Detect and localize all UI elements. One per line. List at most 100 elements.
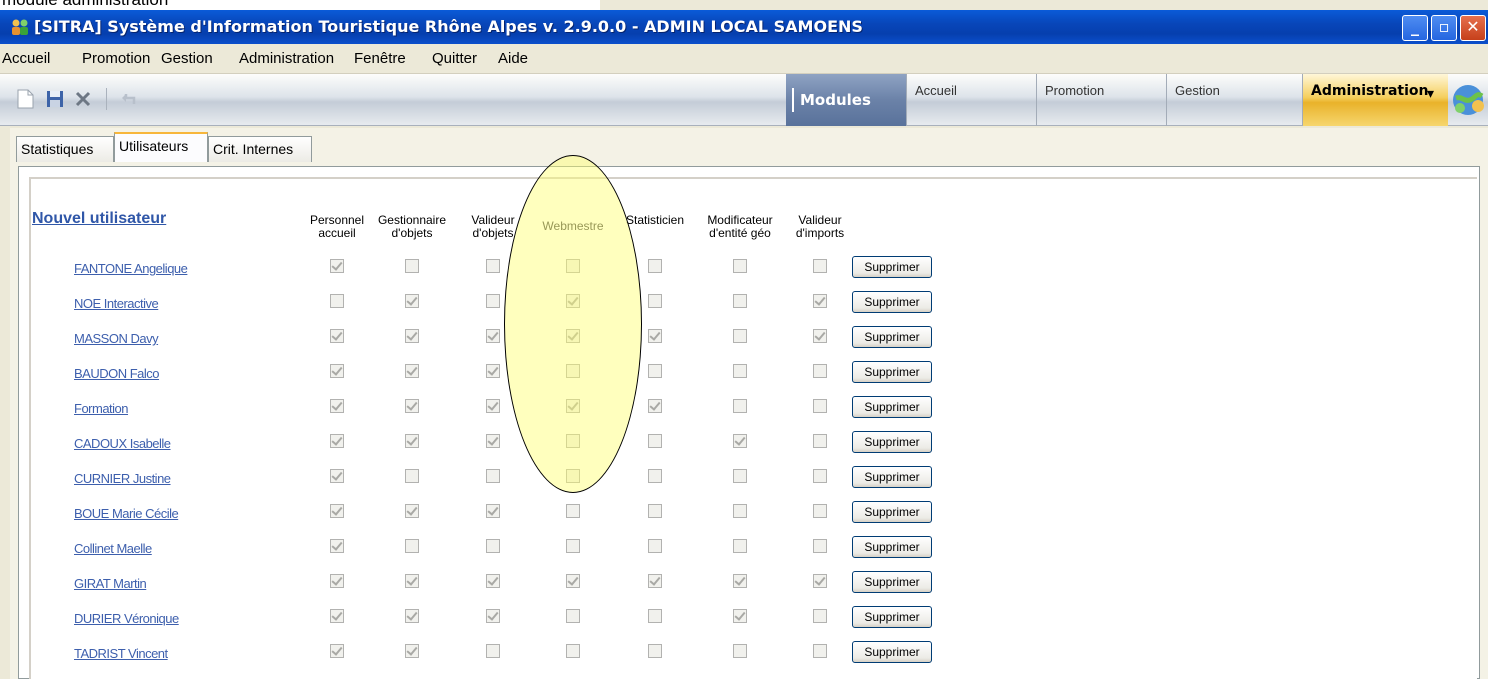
delete-icon[interactable] (72, 88, 94, 110)
permission-checkbox[interactable] (648, 294, 662, 308)
permission-checkbox[interactable] (733, 259, 747, 273)
permission-checkbox[interactable] (486, 469, 500, 483)
permission-checkbox[interactable] (733, 294, 747, 308)
permission-checkbox[interactable] (405, 469, 419, 483)
permission-checkbox[interactable] (330, 644, 344, 658)
user-link[interactable]: Formation (74, 401, 129, 416)
dropdown-arrow-icon[interactable]: ▾ (1427, 86, 1434, 102)
permission-checkbox[interactable] (405, 504, 419, 518)
module-tab-administration[interactable]: Administration ▾ (1302, 74, 1448, 126)
permission-checkbox[interactable] (405, 574, 419, 588)
permission-checkbox[interactable] (486, 364, 500, 378)
permission-checkbox[interactable] (566, 644, 580, 658)
permission-checkbox[interactable] (405, 294, 419, 308)
permission-checkbox[interactable] (813, 399, 827, 413)
user-link[interactable]: Collinet Maelle (74, 541, 152, 556)
permission-checkbox[interactable] (330, 504, 344, 518)
tab-crit-internes[interactable]: Crit. Internes (208, 136, 312, 162)
permission-checkbox[interactable] (330, 539, 344, 553)
maximize-button[interactable]: ▫ (1431, 15, 1457, 41)
permission-checkbox[interactable] (486, 259, 500, 273)
user-link[interactable]: DURIER Véronique (74, 611, 179, 626)
permission-checkbox[interactable] (813, 609, 827, 623)
permission-checkbox[interactable] (405, 539, 419, 553)
permission-checkbox[interactable] (486, 644, 500, 658)
permission-checkbox[interactable] (486, 294, 500, 308)
menu-aide[interactable]: Aide (498, 50, 528, 67)
permission-checkbox[interactable] (648, 609, 662, 623)
delete-user-button[interactable]: Supprimer (852, 536, 932, 558)
delete-user-button[interactable]: Supprimer (852, 501, 932, 523)
permission-checkbox[interactable] (330, 259, 344, 273)
permission-checkbox[interactable] (405, 399, 419, 413)
window-titlebar[interactable]: [SITRA] Système d'Information Touristiqu… (0, 10, 1488, 44)
permission-checkbox[interactable] (330, 469, 344, 483)
user-link[interactable]: BOUE Marie Cécile (74, 506, 179, 521)
delete-user-button[interactable]: Supprimer (852, 641, 932, 663)
permission-checkbox[interactable] (648, 644, 662, 658)
delete-user-button[interactable]: Supprimer (852, 431, 932, 453)
permission-checkbox[interactable] (330, 609, 344, 623)
permission-checkbox[interactable] (733, 329, 747, 343)
user-link[interactable]: BAUDON Falco (74, 366, 160, 381)
undo-icon[interactable] (118, 88, 140, 110)
new-document-icon[interactable] (14, 88, 36, 110)
permission-checkbox[interactable] (486, 609, 500, 623)
permission-checkbox[interactable] (486, 504, 500, 518)
delete-user-button[interactable]: Supprimer (852, 291, 932, 313)
permission-checkbox[interactable] (648, 469, 662, 483)
permission-checkbox[interactable] (330, 434, 344, 448)
permission-checkbox[interactable] (813, 294, 827, 308)
delete-user-button[interactable]: Supprimer (852, 606, 932, 628)
delete-user-button[interactable]: Supprimer (852, 361, 932, 383)
delete-user-button[interactable]: Supprimer (852, 396, 932, 418)
menu-gestion[interactable]: Gestion (161, 50, 213, 67)
menu-administration[interactable]: Administration (239, 50, 334, 67)
permission-checkbox[interactable] (566, 504, 580, 518)
module-tab-gestion[interactable]: Gestion (1166, 74, 1302, 126)
permission-checkbox[interactable] (405, 434, 419, 448)
permission-checkbox[interactable] (733, 504, 747, 518)
user-link[interactable]: TADRIST Vincent (74, 646, 168, 661)
permission-checkbox[interactable] (733, 399, 747, 413)
permission-checkbox[interactable] (405, 644, 419, 658)
permission-checkbox[interactable] (486, 434, 500, 448)
menu-quitter[interactable]: Quitter (432, 50, 477, 67)
permission-checkbox[interactable] (330, 329, 344, 343)
permission-checkbox[interactable] (648, 539, 662, 553)
permission-checkbox[interactable] (330, 294, 344, 308)
permission-checkbox[interactable] (733, 434, 747, 448)
user-link[interactable]: CURNIER Justine (74, 471, 171, 486)
user-link[interactable]: CADOUX Isabelle (74, 436, 171, 451)
permission-checkbox[interactable] (733, 644, 747, 658)
user-link[interactable]: NOE Interactive (74, 296, 159, 311)
permission-checkbox[interactable] (733, 469, 747, 483)
menu-promotion[interactable]: Promotion (82, 50, 150, 67)
permission-checkbox[interactable] (813, 469, 827, 483)
permission-checkbox[interactable] (566, 609, 580, 623)
delete-user-button[interactable]: Supprimer (852, 256, 932, 278)
permission-checkbox[interactable] (486, 574, 500, 588)
permission-checkbox[interactable] (733, 609, 747, 623)
user-link[interactable]: MASSON Davy (74, 331, 159, 346)
permission-checkbox[interactable] (733, 364, 747, 378)
delete-user-button[interactable]: Supprimer (852, 571, 932, 593)
permission-checkbox[interactable] (486, 329, 500, 343)
module-tab-accueil[interactable]: Accueil (906, 74, 1036, 126)
permission-checkbox[interactable] (648, 504, 662, 518)
tab-statistiques[interactable]: Statistiques (16, 136, 114, 162)
permission-checkbox[interactable] (405, 364, 419, 378)
new-user-link[interactable]: Nouvel utilisateur (32, 210, 166, 228)
permission-checkbox[interactable] (813, 364, 827, 378)
close-button[interactable]: ✕ (1460, 15, 1486, 41)
permission-checkbox[interactable] (813, 644, 827, 658)
permission-checkbox[interactable] (813, 539, 827, 553)
menu-accueil[interactable]: Accueil (2, 50, 50, 67)
permission-checkbox[interactable] (566, 574, 580, 588)
permission-checkbox[interactable] (405, 609, 419, 623)
permission-checkbox[interactable] (330, 399, 344, 413)
permission-checkbox[interactable] (486, 539, 500, 553)
permission-checkbox[interactable] (733, 574, 747, 588)
permission-checkbox[interactable] (813, 574, 827, 588)
permission-checkbox[interactable] (648, 364, 662, 378)
